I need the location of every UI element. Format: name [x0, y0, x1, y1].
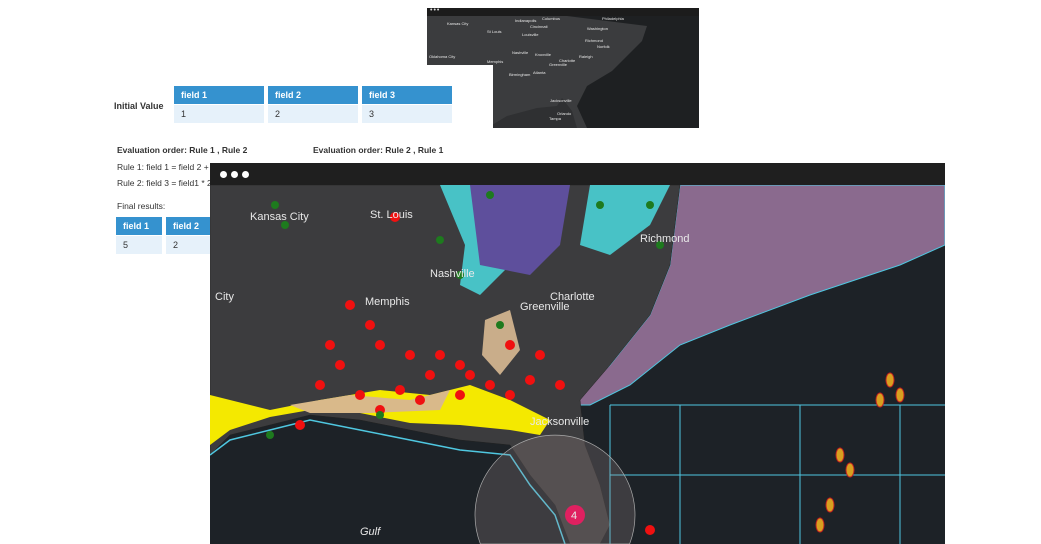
rule-2-text: Rule 2: field 3 = field1 * 2	[117, 178, 212, 188]
map-label: Louisville	[522, 32, 539, 37]
evaluation-order-right: Evaluation order: Rule 2 , Rule 1	[313, 145, 444, 155]
storm-report-marker[interactable]	[505, 390, 515, 400]
map-label: Nashville	[430, 268, 475, 280]
storm-report-marker[interactable]	[315, 380, 325, 390]
map-label: Columbus	[542, 16, 561, 21]
evaluation-order-left: Evaluation order: Rule 1 , Rule 2	[117, 145, 248, 155]
marine-grid	[609, 404, 945, 544]
radar-cell	[895, 387, 905, 403]
table-cell: 5	[116, 236, 162, 254]
alert-count[interactable]: 4	[571, 510, 577, 522]
storm-report-marker[interactable]	[645, 525, 655, 535]
table-cell: 3	[362, 105, 452, 123]
storm-report-marker[interactable]	[415, 395, 425, 405]
map-canvas[interactable]: 4 Kansas City St. Louis Nashville Memphi…	[210, 185, 945, 544]
map-label: Oklahoma City	[429, 54, 456, 59]
storm-report-marker[interactable]	[365, 320, 375, 330]
hurricane-range-ring	[474, 434, 636, 544]
map-label: Knoxville	[535, 52, 552, 57]
map-label: Philadelphia	[602, 16, 624, 21]
window-title-dots: •••	[427, 8, 699, 16]
radar-cell	[825, 497, 835, 513]
storm-report-marker[interactable]	[345, 300, 355, 310]
map-label: Norfolk	[597, 44, 610, 49]
window-title-bar	[210, 163, 945, 185]
map-label: Atlanta	[533, 70, 546, 75]
map-label: Cincinnati	[530, 24, 548, 29]
table-cell: 2	[166, 236, 212, 254]
warning-marker[interactable]	[271, 201, 279, 209]
warning-marker[interactable]	[266, 431, 274, 439]
storm-report-marker[interactable]	[355, 390, 365, 400]
warning-marker[interactable]	[436, 236, 444, 244]
map-label: City	[215, 291, 234, 303]
map-label: Kansas City	[250, 211, 309, 223]
map-label: Greenville	[520, 301, 570, 313]
final-results-label: Final results:	[117, 201, 166, 211]
initial-value-label: Initial Value	[114, 101, 164, 111]
map-label: St. Louis	[370, 209, 413, 221]
storm-report-marker[interactable]	[395, 385, 405, 395]
column-header: field 2	[166, 217, 212, 235]
radar-cell	[885, 372, 895, 388]
table-cell: 1	[174, 105, 264, 123]
map-label: Memphis	[487, 59, 504, 64]
column-header: field 2	[268, 86, 358, 104]
map-label: Raleigh	[579, 54, 593, 59]
map-label: Greenville	[549, 62, 568, 67]
map-label: Tampa	[549, 116, 562, 121]
storm-report-marker[interactable]	[435, 350, 445, 360]
storm-report-marker[interactable]	[325, 340, 335, 350]
storm-report-marker[interactable]	[405, 350, 415, 360]
final-results-table: field 1 field 2 52	[112, 216, 216, 255]
radar-cell	[845, 462, 855, 478]
map-label: Gulf	[360, 526, 381, 538]
map-label: Nashville	[512, 50, 529, 55]
storm-report-marker[interactable]	[455, 360, 465, 370]
map-label: Memphis	[365, 296, 410, 308]
radar-cell	[875, 392, 885, 408]
map-label: Washington	[587, 26, 608, 31]
map-label: Richmond	[640, 233, 690, 245]
window-dot[interactable]	[242, 170, 249, 178]
map-label: Jacksonville	[530, 416, 589, 428]
radar-cell	[835, 447, 845, 463]
storm-report-marker[interactable]	[335, 360, 345, 370]
storm-report-marker[interactable]	[505, 340, 515, 350]
warning-marker[interactable]	[596, 201, 604, 209]
warning-marker[interactable]	[496, 321, 504, 329]
window-dot[interactable]	[220, 170, 227, 178]
storm-report-marker[interactable]	[455, 390, 465, 400]
warning-marker[interactable]	[486, 191, 494, 199]
weather-map-window[interactable]: 4 Kansas City St. Louis Nashville Memphi…	[210, 163, 945, 544]
radar-cell	[815, 517, 825, 533]
table-cell: 2	[268, 105, 358, 123]
map-label: St Louis	[487, 29, 502, 34]
window-dot[interactable]	[231, 170, 238, 178]
column-header: field 3	[362, 86, 452, 104]
map-label: Birmingham	[509, 72, 531, 77]
storm-report-marker[interactable]	[465, 370, 475, 380]
storm-report-marker[interactable]	[485, 380, 495, 390]
initial-values-table: field 1 field 2 field 3 123	[170, 85, 456, 124]
map-label: Jacksonville	[550, 98, 572, 103]
storm-report-marker[interactable]	[295, 420, 305, 430]
storm-report-marker[interactable]	[535, 350, 545, 360]
storm-report-marker[interactable]	[425, 370, 435, 380]
storm-report-marker[interactable]	[375, 340, 385, 350]
map-label: Indianapolis	[515, 18, 537, 23]
column-header: field 1	[116, 217, 162, 235]
storm-report-marker[interactable]	[555, 380, 565, 390]
column-header: field 1	[174, 86, 264, 104]
storm-report-marker[interactable]	[525, 375, 535, 385]
warning-marker[interactable]	[376, 411, 384, 419]
map-label: Richmond	[585, 38, 604, 43]
warning-marker[interactable]	[646, 201, 654, 209]
map-label: Kansas City	[447, 21, 469, 26]
